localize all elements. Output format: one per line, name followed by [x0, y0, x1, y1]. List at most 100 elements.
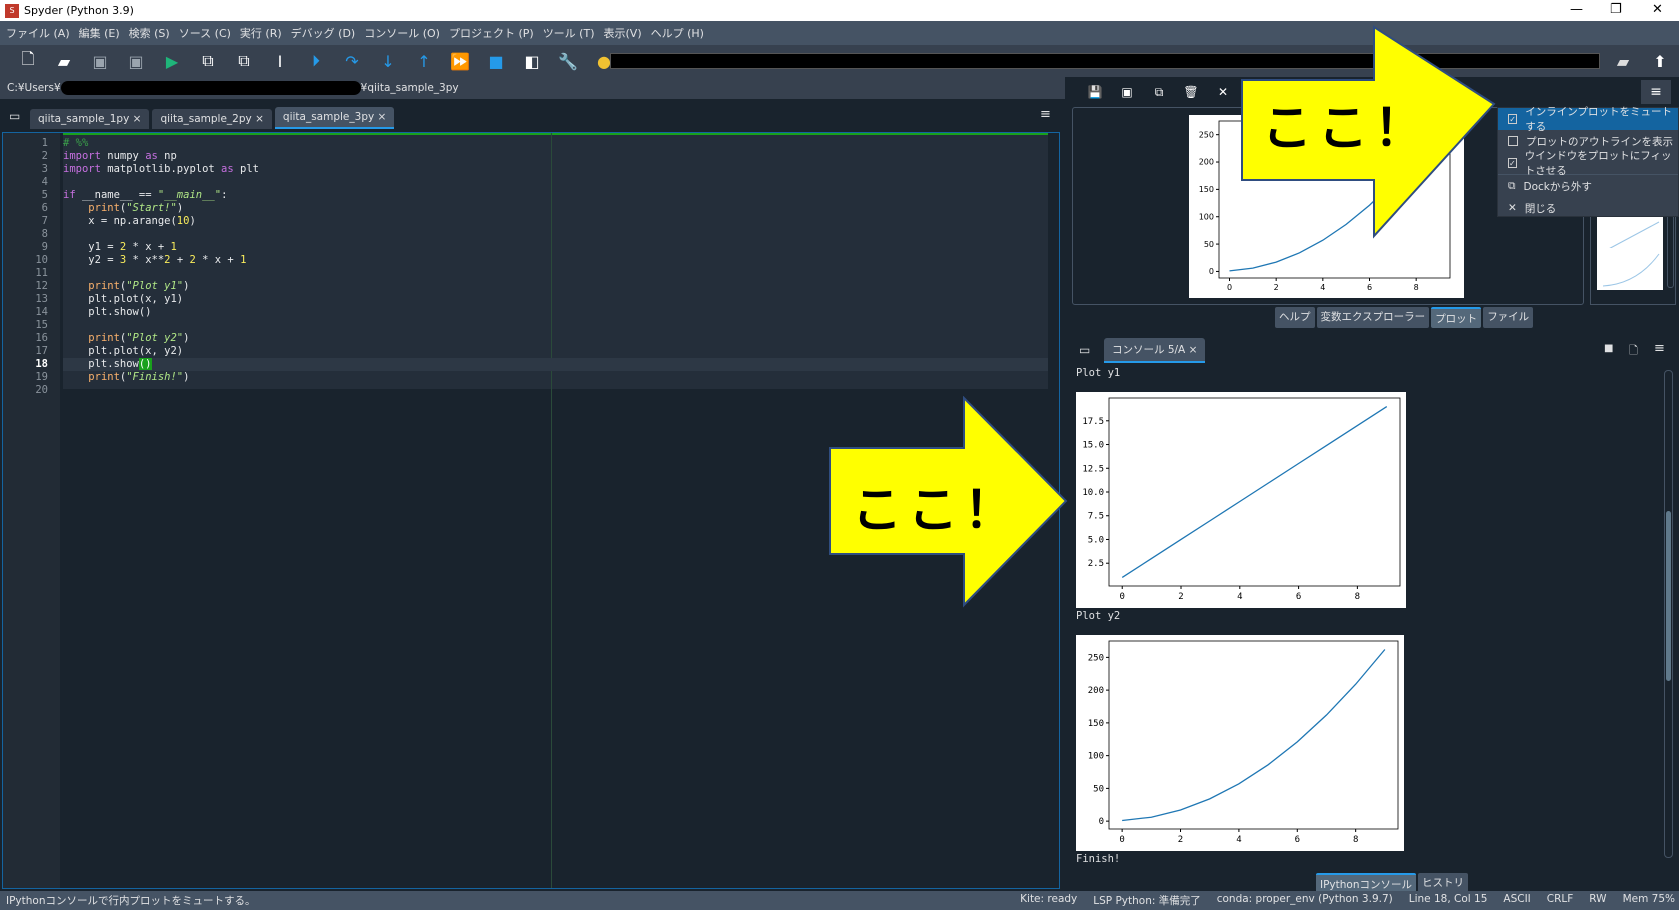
y-tick-label: 150: [1199, 185, 1214, 194]
code-token: plt.show(): [63, 306, 152, 318]
x-tick-label: 0: [1227, 283, 1232, 292]
line-number-gutter: 1 2 3 4 5 6 7 8 9 10 11 12 13 14 15 16 17 18 19 20: [3, 133, 60, 888]
step-icon[interactable]: ↷: [334, 52, 370, 71]
tab-help[interactable]: ヘルプ: [1275, 307, 1315, 328]
copy-plot-icon[interactable]: ⧉: [1143, 85, 1175, 100]
title-bar: S Spyder (Python 3.9) — ❐ ✕: [0, 0, 1679, 21]
menu-item-label: Dockから外す: [1523, 180, 1592, 193]
browse-tabs-icon[interactable]: ▭: [1079, 343, 1090, 357]
delete-plot-icon[interactable]: 🗑: [1175, 85, 1207, 99]
code-line: x = np.arange(10): [63, 215, 1048, 228]
undock-item[interactable]: ⧉ Dockから外す: [1498, 175, 1678, 197]
menu-item[interactable]: 実行 (R): [240, 25, 282, 41]
new-file-icon[interactable]: 🗋: [10, 48, 46, 75]
fit-plots-to-window-item[interactable]: ✓ ウインドウをプロットにフィットさせる: [1498, 150, 1678, 177]
code-token: as: [221, 163, 234, 175]
tab-qiita-sample-2[interactable]: qiita_sample_2py ×: [152, 109, 272, 129]
x-tick-label: 2: [1274, 283, 1279, 292]
maximize-pane-icon[interactable]: ◧: [514, 52, 550, 71]
save-plot-icon[interactable]: 💾: [1079, 85, 1111, 99]
save-icon[interactable]: ▣: [82, 52, 118, 71]
menu-item[interactable]: デバッグ (D): [291, 25, 356, 41]
step-into-icon[interactable]: ↓: [370, 52, 406, 71]
step-return-icon[interactable]: ↑: [406, 52, 442, 71]
y-tick-label: 0: [1209, 267, 1214, 276]
tab-variable-explorer[interactable]: 変数エクスプローラー: [1316, 307, 1430, 328]
code-content[interactable]: # %% import numpy as np import matplotlib.…: [63, 137, 1048, 397]
thumbnail-plot-y2[interactable]: [1597, 248, 1663, 290]
menu-item[interactable]: 検索 (S): [129, 25, 170, 41]
tab-files[interactable]: ファイル: [1483, 307, 1534, 328]
code-token: __name__ ==: [75, 189, 158, 201]
close-tab-icon[interactable]: ×: [1189, 344, 1198, 356]
editor-options-menu-icon[interactable]: ≡: [1040, 107, 1051, 122]
conda-env-status[interactable]: conda: proper_env (Python 3.9.7): [1217, 893, 1393, 908]
lsp-status[interactable]: LSP Python: 準備完了: [1093, 893, 1200, 908]
parent-directory-icon[interactable]: ⬆: [1642, 52, 1678, 71]
interrupt-kernel-icon[interactable]: ■: [1604, 343, 1613, 354]
tab-qiita-sample-3[interactable]: qiita_sample_3py ×: [274, 107, 395, 129]
run-icon[interactable]: ▶: [154, 52, 190, 71]
clear-console-icon[interactable]: 🗋: [1629, 342, 1638, 361]
close-tab-icon[interactable]: ×: [255, 113, 264, 125]
scrollbar-thumb[interactable]: [1666, 511, 1671, 681]
save-all-plots-icon[interactable]: ▣: [1111, 85, 1143, 99]
line-number: 11: [35, 267, 48, 279]
menu-item[interactable]: プロジェクト (P): [449, 25, 534, 41]
checkbox-checked-icon[interactable]: ✓: [1508, 158, 1517, 168]
tab-console-5a[interactable]: コンソール 5/A ×: [1104, 338, 1206, 363]
continue-icon[interactable]: ⏩: [442, 52, 478, 71]
code-token: 10: [176, 215, 190, 227]
code-token: (): [138, 358, 152, 370]
menu-item[interactable]: 編集 (E): [79, 25, 120, 41]
code-line: plt.show(): [63, 306, 1048, 319]
close-tab-icon[interactable]: ×: [133, 113, 142, 125]
run-cell-icon[interactable]: ⧉: [190, 51, 226, 71]
close-pane-item[interactable]: ✕ 閉じる: [1498, 197, 1678, 219]
line-number: 16: [35, 332, 48, 344]
kite-status[interactable]: Kite: ready: [1020, 893, 1077, 908]
minimize-button[interactable]: —: [1570, 2, 1583, 17]
browse-tabs-icon[interactable]: ▭: [9, 109, 20, 123]
close-tab-icon[interactable]: ×: [378, 111, 387, 123]
checkbox-checked-icon[interactable]: ✓: [1508, 114, 1518, 124]
code-line: print("Plot y1"): [63, 280, 1048, 293]
open-file-icon[interactable]: ▰: [46, 52, 82, 71]
code-token: "Plot y1": [126, 280, 184, 292]
code-token: x = np.arange(: [63, 215, 177, 227]
ipython-console[interactable]: Plot y1 0 2 4 6 8 2.5 5.0 7.5 10.0 12.5 15.0 17.5 P…: [1072, 364, 1664, 869]
restore-button[interactable]: ❐: [1610, 2, 1622, 17]
line-number: 9: [41, 241, 48, 253]
console-scrollbar[interactable]: [1664, 370, 1673, 858]
menu-item[interactable]: ファイル (A): [6, 25, 70, 41]
close-button[interactable]: ✕: [1652, 2, 1663, 17]
tab-plots[interactable]: プロット: [1431, 307, 1482, 328]
menu-item[interactable]: コンソール (O): [364, 25, 440, 41]
code-token: as: [145, 150, 158, 162]
mute-inline-plots-item[interactable]: ✓ インラインプロットをミュートする: [1498, 106, 1678, 133]
run-cell-advance-icon[interactable]: ⧉: [226, 51, 262, 71]
stop-icon[interactable]: ■: [478, 52, 514, 71]
menu-item[interactable]: ツール (T): [543, 25, 595, 41]
line-number: 20: [35, 384, 48, 396]
code-token: plt.plot(x, y1): [63, 293, 184, 305]
debug-icon[interactable]: ⏵: [298, 51, 334, 71]
browse-folder-icon[interactable]: ▰: [1605, 52, 1641, 71]
run-selection-icon[interactable]: I: [262, 52, 298, 71]
close-all-plots-icon[interactable]: ✕: [1207, 85, 1239, 99]
menu-item[interactable]: ヘルプ (H): [651, 25, 704, 41]
menu-item[interactable]: ソース (C): [179, 25, 231, 41]
code-token: plt.show: [63, 358, 139, 370]
save-all-icon[interactable]: ▣: [118, 52, 154, 71]
checkbox-unchecked-icon[interactable]: [1508, 136, 1518, 146]
memory-usage: Mem 75%: [1622, 893, 1675, 905]
tab-qiita-sample-1[interactable]: qiita_sample_1py ×: [30, 109, 150, 129]
line-number: 5: [41, 189, 48, 201]
console-options-menu-icon[interactable]: ≡: [1654, 341, 1665, 356]
preferences-wrench-icon[interactable]: 🔧: [550, 52, 586, 71]
code-token: matplotlib.pyplot: [100, 163, 222, 175]
plots-options-menu-icon[interactable]: ≡: [1641, 80, 1671, 104]
menu-item[interactable]: 表示(V): [604, 25, 642, 41]
console-output: Plot y1: [1076, 367, 1121, 379]
x-tick-label: 6: [1367, 283, 1372, 292]
